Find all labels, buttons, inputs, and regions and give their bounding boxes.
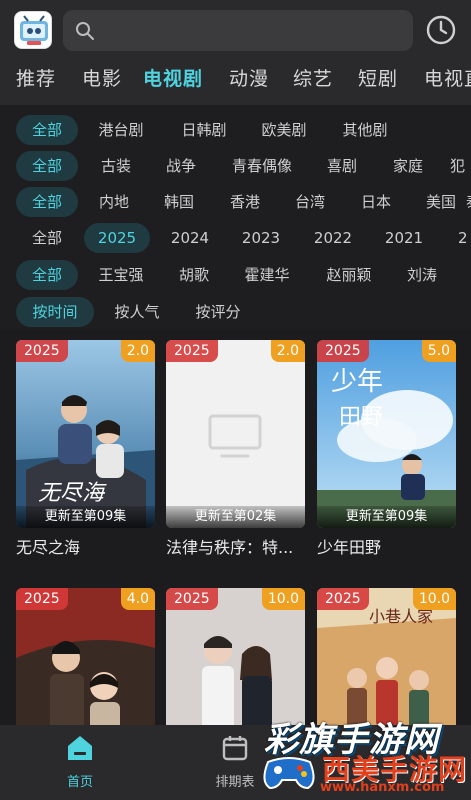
gamepad-icon <box>263 757 315 790</box>
filter-chip[interactable]: 全部 <box>16 187 78 217</box>
filter-chip[interactable]: 霍建华 <box>236 260 298 290</box>
svg-text:田野: 田野 <box>339 405 383 430</box>
tab-live-tv[interactable]: 电视直 <box>424 64 471 91</box>
score-badge: 2.0 <box>270 340 305 362</box>
filter-chip[interactable]: 王宝强 <box>90 260 152 290</box>
year-badge: 2025 <box>317 588 369 610</box>
year-badge: 2025 <box>16 588 68 610</box>
tab-short-drama[interactable]: 短剧 <box>358 64 398 91</box>
filter-chip[interactable]: 刘涛 <box>398 260 446 290</box>
year-badge: 2025 <box>166 340 218 362</box>
filter-chip[interactable]: 战争 <box>155 151 207 181</box>
video-card[interactable]: 2025 2.0 更新至第02集 法律与秩序：特... <box>166 340 305 558</box>
filter-chip[interactable]: 古装 <box>90 151 142 181</box>
video-card[interactable]: 无尽海 2025 2.0 更新至第09集 无尽之海 <box>16 340 155 558</box>
score-badge: 10.0 <box>412 588 456 610</box>
score-badge: 2.0 <box>120 340 155 362</box>
episode-status: 更新至第02集 <box>166 506 305 528</box>
filter-chip[interactable]: 2024 <box>160 223 220 253</box>
filter-chip[interactable]: 日本 <box>352 187 400 217</box>
poster-image: 2025 4.0 <box>16 588 155 725</box>
episode-status: 更新至第09集 <box>16 506 155 528</box>
tab-variety[interactable]: 综艺 <box>293 64 333 91</box>
video-card[interactable]: 2025 4.0 <box>16 588 155 725</box>
filter-chip[interactable]: 全部 <box>16 260 78 290</box>
filter-chip[interactable]: 全部 <box>16 151 78 181</box>
filter-row-year: 全部 2025 2024 2023 2022 2021 2 <box>0 223 471 253</box>
top-bar: 推荐 电影 电视剧 动漫 综艺 短剧 电视直 <box>0 0 471 105</box>
filter-chip[interactable]: 2022 <box>303 223 363 253</box>
tab-movie[interactable]: 电影 <box>82 64 122 91</box>
year-badge: 2025 <box>317 340 369 362</box>
filter-chip[interactable]: 犯 <box>450 151 471 181</box>
video-title[interactable]: 少年田野 <box>317 534 456 558</box>
filter-chip[interactable]: 2025 <box>84 223 150 253</box>
nav-home[interactable]: 首页 <box>30 733 130 790</box>
calendar-icon <box>222 736 248 761</box>
app-logo[interactable] <box>14 11 52 49</box>
sort-chip[interactable]: 按评分 <box>187 297 249 327</box>
filter-chip[interactable]: 韩国 <box>155 187 203 217</box>
video-card[interactable]: 少年 田野 2025 5.0 更新至第09集 少年田野 <box>317 340 456 558</box>
history-button[interactable] <box>425 14 457 46</box>
tab-anime[interactable]: 动漫 <box>229 64 269 91</box>
filter-chip[interactable]: 2021 <box>374 223 434 253</box>
filter-chip[interactable]: 其他剧 <box>334 115 396 145</box>
filter-row-region: 全部 港台剧 日韩剧 欧美剧 其他剧 <box>0 115 471 145</box>
score-badge: 5.0 <box>421 340 456 362</box>
poster-image: 无尽海 2025 2.0 更新至第09集 <box>16 340 155 528</box>
svg-text:无尽海: 无尽海 <box>38 481 107 506</box>
filter-chip[interactable]: 日韩剧 <box>173 115 235 145</box>
filter-row-genre: 全部 古装 战争 青春偶像 喜剧 家庭 犯 <box>0 151 471 181</box>
filter-chip[interactable]: 美国 <box>417 187 465 217</box>
year-badge: 2025 <box>16 340 68 362</box>
filter-chip[interactable]: 香港 <box>221 187 269 217</box>
tv-placeholder-icon <box>208 414 262 458</box>
score-badge: 10.0 <box>261 588 305 610</box>
poster-image: 少年 田野 2025 5.0 更新至第09集 <box>317 340 456 528</box>
video-card[interactable]: 小巷人家 2025 10.0 <box>317 588 456 725</box>
nav-home-label: 首页 <box>66 775 93 790</box>
filter-chip[interactable]: 欧美剧 <box>253 115 315 145</box>
poster-image: 2025 10.0 <box>166 588 305 725</box>
search-icon <box>76 22 94 40</box>
filter-chip[interactable]: 家庭 <box>382 151 434 181</box>
poster-placeholder: 2025 2.0 更新至第02集 <box>166 340 305 528</box>
filter-chip[interactable]: 内地 <box>90 187 138 217</box>
clock-icon <box>426 15 456 45</box>
tab-recommend[interactable]: 推荐 <box>16 64 56 91</box>
svg-text:少年: 少年 <box>331 367 383 397</box>
filter-row-area: 全部 内地 韩国 香港 台湾 日本 美国 泰 <box>0 187 471 217</box>
site-watermark: 彩旗手游网 西美手游网 www.hanxm.com <box>260 712 471 800</box>
filter-chip[interactable]: 2 <box>458 223 471 253</box>
year-badge: 2025 <box>166 588 218 610</box>
filter-chip[interactable]: 赵丽颖 <box>318 260 380 290</box>
filter-chip[interactable]: 2023 <box>231 223 291 253</box>
filter-row-actor: 全部 王宝强 胡歌 霍建华 赵丽颖 刘涛 <box>0 260 471 290</box>
filter-chip[interactable]: 胡歌 <box>170 260 218 290</box>
filter-panel: 全部 港台剧 日韩剧 欧美剧 其他剧 全部 古装 战争 青春偶像 喜剧 家庭 犯… <box>0 105 471 330</box>
filter-chip[interactable]: 台湾 <box>286 187 334 217</box>
filter-chip[interactable]: 喜剧 <box>316 151 368 181</box>
category-tabs: 推荐 电影 电视剧 动漫 综艺 短剧 电视直 <box>0 60 471 96</box>
tab-tv-series[interactable]: 电视剧 <box>143 64 203 91</box>
filter-chip[interactable]: 全部 <box>16 223 78 253</box>
home-icon <box>68 736 92 760</box>
sort-chip[interactable]: 按人气 <box>106 297 168 327</box>
video-title[interactable]: 法律与秩序：特... <box>166 534 305 558</box>
filter-chip[interactable]: 港台剧 <box>90 115 152 145</box>
video-card[interactable]: 2025 10.0 <box>166 588 305 725</box>
poster-image: 小巷人家 2025 10.0 <box>317 588 456 725</box>
search-input[interactable] <box>63 10 413 51</box>
filter-chip[interactable]: 青春偶像 <box>222 151 302 181</box>
sort-chip[interactable]: 按时间 <box>16 297 94 327</box>
filter-chip[interactable]: 泰 <box>466 187 471 217</box>
score-badge: 4.0 <box>120 588 155 610</box>
episode-status: 更新至第09集 <box>317 506 456 528</box>
video-title[interactable]: 无尽之海 <box>16 534 155 558</box>
filter-chip[interactable]: 全部 <box>16 115 78 145</box>
video-grid: 无尽海 2025 2.0 更新至第09集 无尽之海 2025 2.0 更新至第0… <box>0 340 471 725</box>
filter-row-sort: 按时间 按人气 按评分 <box>0 297 471 327</box>
watermark-url: www.hanxm.com <box>320 780 445 795</box>
